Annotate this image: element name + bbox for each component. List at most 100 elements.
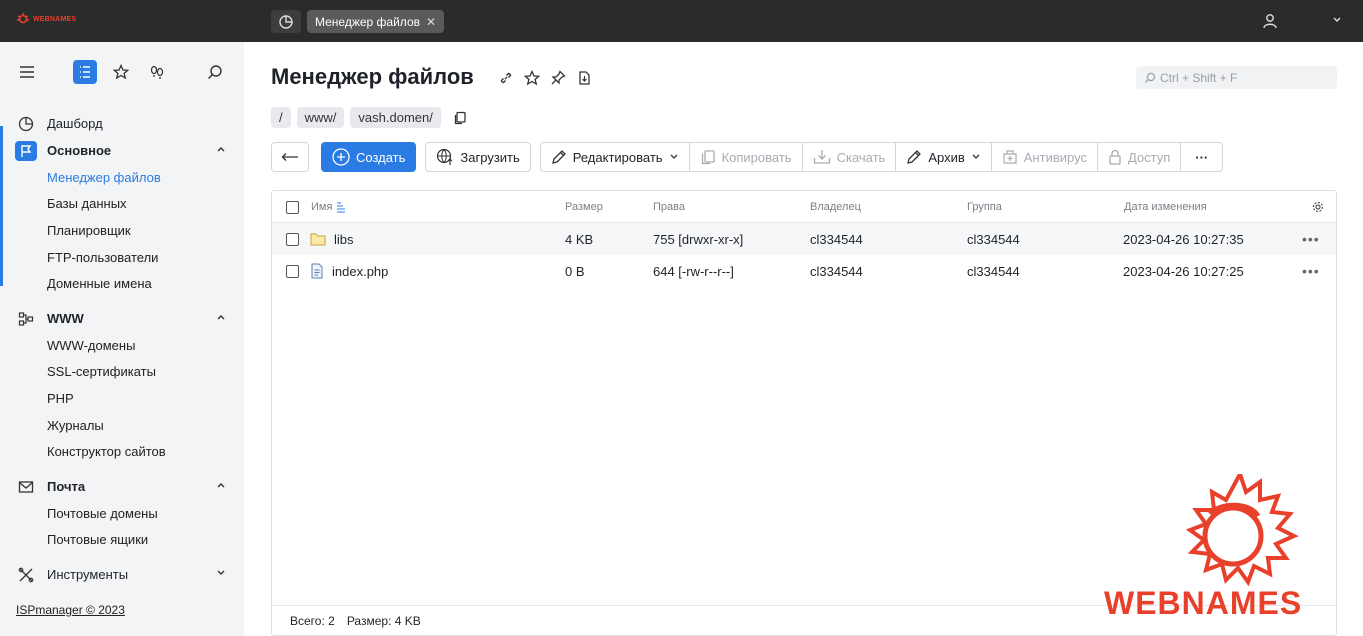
column-permissions[interactable]: Права — [653, 191, 685, 223]
file-modified: 2023-04-26 10:27:25 — [1123, 263, 1244, 279]
upload-label: Загрузить — [460, 149, 520, 165]
star-icon[interactable] — [524, 70, 540, 86]
tools-icon — [18, 567, 34, 583]
section-title: WWW — [47, 310, 84, 326]
pie-chart-icon — [279, 14, 293, 29]
toolbar: Создать Загрузить Редактировать Копирова… — [271, 142, 1224, 172]
sidebar-section-mail[interactable]: Почта — [0, 473, 244, 500]
sidebar-item-dashboard[interactable]: Дашборд — [0, 110, 244, 137]
logo-sun-icon — [17, 13, 29, 24]
close-icon[interactable]: ✕ — [426, 15, 436, 29]
column-owner[interactable]: Владелец — [810, 191, 861, 223]
archive-label: Архив — [928, 149, 965, 165]
file-name-cell[interactable]: libs — [310, 223, 354, 255]
chevron-up-icon[interactable] — [216, 145, 226, 153]
sidebar-item-www-domains[interactable]: WWW-домены — [0, 332, 244, 359]
table-row[interactable]: libs 4 KB 755 [drwxr-xr-x] cl334544 cl33… — [272, 223, 1336, 255]
row-more-icon[interactable]: ••• — [1302, 223, 1320, 255]
sort-icon — [337, 202, 346, 213]
pin-icon[interactable] — [550, 70, 566, 86]
table-row[interactable]: index.php 0 B 644 [-rw-r--r--] cl334544 … — [272, 255, 1336, 287]
breadcrumb-www[interactable]: www/ — [296, 107, 345, 128]
create-button[interactable]: Создать — [321, 142, 417, 172]
sidebar-section-www[interactable]: WWW — [0, 305, 244, 332]
sidebar-item-ftp-users[interactable]: FTP-пользователи — [0, 244, 244, 271]
menu-list-button[interactable] — [73, 60, 97, 84]
file-size: 4 KB — [565, 231, 594, 247]
title-actions — [498, 70, 592, 86]
row-checkbox[interactable] — [286, 255, 299, 287]
download-icon — [813, 150, 830, 164]
more-actions-button[interactable]: ··· — [1181, 143, 1222, 171]
sidebar-item-mailboxes[interactable]: Почтовые ящики — [0, 527, 244, 554]
chevron-down-icon[interactable] — [1332, 16, 1342, 24]
file-name-cell[interactable]: index.php — [310, 255, 388, 287]
file-actions-group: Редактировать Копировать Скачать Архив А… — [539, 142, 1224, 172]
sidebar-item-databases[interactable]: Базы данных — [0, 191, 244, 218]
row-more-icon[interactable]: ••• — [1302, 255, 1320, 287]
flag-icon — [15, 141, 37, 161]
copy-path-icon[interactable] — [453, 111, 467, 125]
file-name: libs — [334, 231, 354, 247]
chevron-down-icon[interactable] — [216, 569, 226, 577]
save-page-icon[interactable] — [576, 70, 592, 86]
gear-icon[interactable] — [1312, 191, 1324, 223]
sidebar-section-main[interactable]: Основное — [0, 137, 244, 164]
link-icon[interactable] — [498, 70, 514, 86]
file-group: cl334544 — [967, 263, 1020, 279]
sidebar-item-site-builder[interactable]: Конструктор сайтов — [0, 438, 244, 465]
access-button[interactable]: Доступ — [1098, 143, 1182, 171]
download-label: Скачать — [836, 149, 886, 165]
dashboard-button[interactable] — [271, 10, 301, 33]
sidebar-item-php[interactable]: PHP — [0, 385, 244, 412]
select-all-checkbox[interactable] — [286, 191, 299, 223]
copyright-link[interactable]: ISPmanager © 2023 — [16, 603, 125, 617]
sidebar-item-mail-domains[interactable]: Почтовые домены — [0, 500, 244, 527]
sidebar-item-logs[interactable]: Журналы — [0, 412, 244, 439]
file-group: cl334544 — [967, 231, 1020, 247]
sidebar-item-ssl[interactable]: SSL-сертификаты — [0, 359, 244, 386]
section-title: Основное — [47, 143, 112, 158]
antivirus-label: Антивирус — [1023, 149, 1087, 165]
tab-file-manager[interactable]: Менеджер файлов ✕ — [307, 10, 445, 33]
sidebar-item-scheduler[interactable]: Планировщик — [0, 217, 244, 244]
breadcrumb: / www/ vash.domen/ — [271, 107, 467, 128]
search-icon[interactable] — [207, 64, 223, 80]
globe-upload-icon — [437, 148, 453, 165]
download-button[interactable]: Скачать — [803, 143, 897, 171]
file-owner: cl334544 — [810, 231, 863, 247]
arrow-left-icon — [281, 153, 298, 161]
watermark-text: WEBNAMES — [1104, 585, 1302, 621]
star-icon[interactable] — [113, 64, 129, 80]
access-label: Доступ — [1127, 149, 1171, 165]
user-icon[interactable] — [1262, 13, 1278, 29]
back-button[interactable] — [271, 142, 309, 172]
global-search-input[interactable]: Ctrl + Shift + F — [1136, 66, 1337, 89]
copy-button[interactable]: Копировать — [690, 143, 803, 171]
sidebar-item-domain-names[interactable]: Доменные имена — [0, 270, 244, 297]
row-checkbox[interactable] — [286, 223, 299, 255]
breadcrumb-domain[interactable]: vash.domen/ — [350, 107, 441, 128]
column-name[interactable]: Имя — [311, 191, 346, 223]
page-title: Менеджер файлов — [271, 64, 474, 89]
sidebar-section-tools[interactable]: Инструменты — [0, 561, 244, 588]
column-modified[interactable]: Дата изменения — [1124, 191, 1207, 223]
column-group[interactable]: Группа — [967, 191, 1002, 223]
file-icon — [311, 263, 323, 279]
menu-icon[interactable] — [19, 65, 35, 79]
sidebar-item-file-manager[interactable]: Менеджер файлов — [0, 164, 244, 191]
chevron-up-icon[interactable] — [216, 481, 226, 489]
edit-button[interactable]: Редактировать — [541, 143, 690, 171]
file-modified: 2023-04-26 10:27:35 — [1123, 231, 1244, 247]
archive-button[interactable]: Архив — [896, 143, 992, 171]
upload-button[interactable]: Загрузить — [425, 142, 531, 172]
breadcrumb-root[interactable]: / — [271, 107, 291, 128]
brand-logo[interactable]: WEBNAMES — [16, 13, 76, 25]
plus-box-icon — [1003, 150, 1017, 164]
chevron-up-icon[interactable] — [216, 313, 226, 321]
chevron-down-icon — [670, 154, 678, 159]
search-placeholder: Ctrl + Shift + F — [1160, 70, 1238, 85]
footprints-icon[interactable] — [149, 64, 165, 80]
column-size[interactable]: Размер — [565, 191, 603, 223]
antivirus-button[interactable]: Антивирус — [992, 143, 1098, 171]
